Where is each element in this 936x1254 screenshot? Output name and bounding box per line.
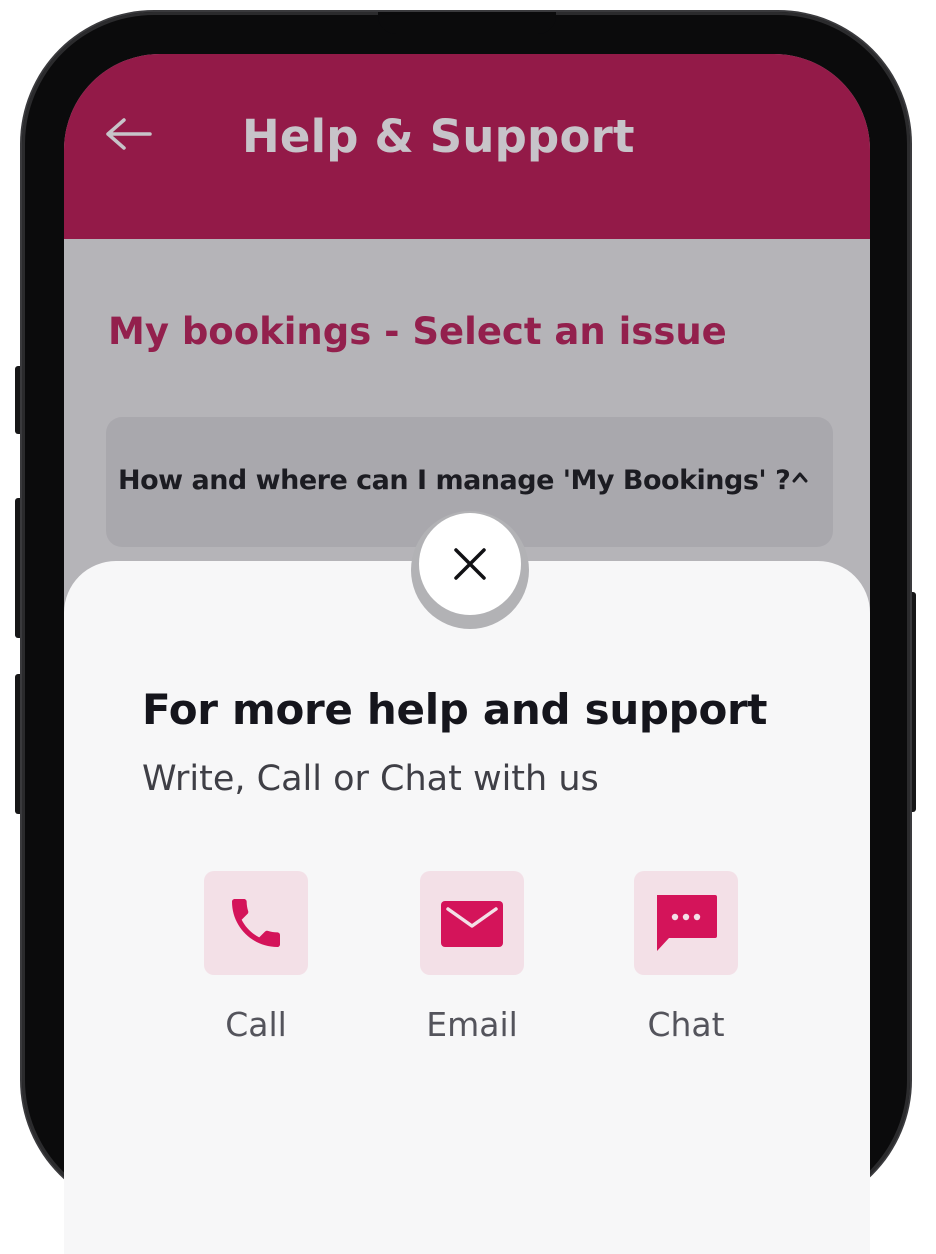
app-header: Help & Support (64, 54, 870, 239)
sheet-title: For more help and support (142, 685, 768, 734)
phone-notch (378, 12, 556, 34)
chat-icon-tile (634, 871, 738, 975)
call-icon-tile (204, 871, 308, 975)
close-icon (454, 548, 486, 580)
call-option-label: Call (225, 1005, 287, 1044)
app-screen: Help & Support My bookings - Select an i… (64, 54, 870, 1254)
sheet-subtitle: Write, Call or Chat with us (142, 759, 599, 799)
chat-option-button[interactable]: Chat (606, 871, 766, 1061)
faq-question: How and where can I manage 'My Bookings'… (118, 465, 791, 496)
close-button-face (419, 513, 521, 615)
page-title: Help & Support (242, 110, 635, 163)
email-icon-tile (420, 871, 524, 975)
section-title: My bookings - Select an issue (108, 310, 727, 353)
phone-icon (232, 899, 280, 947)
email-option-label: Email (426, 1005, 518, 1044)
back-arrow-icon[interactable] (104, 116, 154, 152)
chat-option-label: Chat (647, 1005, 725, 1044)
call-option-button[interactable]: Call (176, 871, 336, 1061)
caret-up-icon (792, 469, 808, 483)
close-sheet-button[interactable] (411, 511, 529, 629)
mail-icon (441, 901, 503, 947)
support-bottom-sheet: For more help and support Write, Call or… (64, 561, 870, 1254)
email-option-button[interactable]: Email (392, 871, 552, 1061)
chat-icon (657, 895, 717, 951)
